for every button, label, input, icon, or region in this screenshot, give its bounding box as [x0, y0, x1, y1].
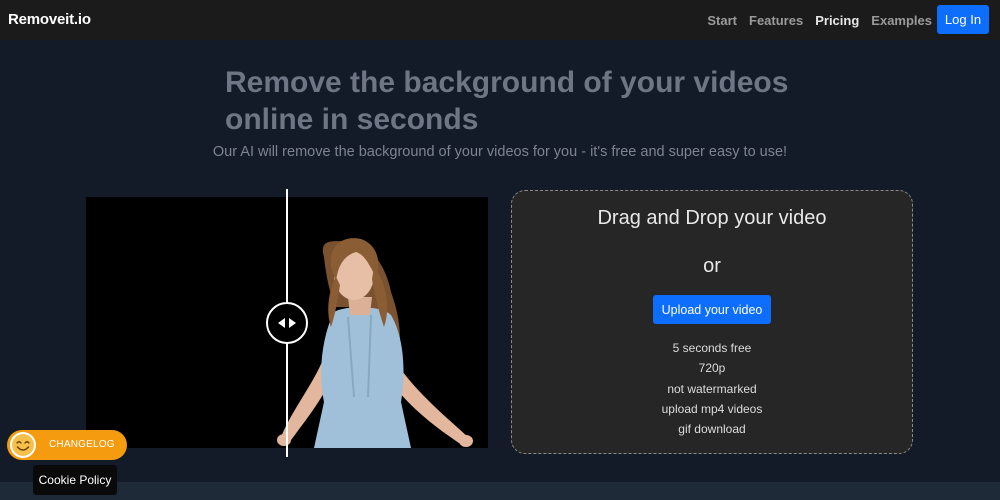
- smiley-face-icon: [10, 432, 36, 458]
- feature-item: gif download: [678, 422, 746, 437]
- hero-title: Remove the background of your videos onl…: [225, 66, 789, 136]
- cookie-policy-button[interactable]: Cookie Policy: [33, 465, 117, 495]
- hero-subtitle: Our AI will remove the background of you…: [212, 144, 788, 160]
- nav-links: Start Features Pricing Examples: [707, 13, 932, 28]
- navbar: Removeit.io Start Features Pricing Examp…: [0, 0, 1000, 40]
- next-section-edge: [0, 482, 1000, 500]
- nav-link-start[interactable]: Start: [707, 13, 737, 28]
- changelog-button[interactable]: CHANGELOG: [7, 430, 127, 460]
- nav-link-examples[interactable]: Examples: [871, 13, 932, 28]
- feature-item: upload mp4 videos: [661, 401, 763, 416]
- left-right-arrows-icon: [278, 318, 296, 328]
- video-dropzone[interactable]: Drag and Drop your video or Upload your …: [511, 190, 913, 454]
- feature-item: not watermarked: [667, 381, 757, 396]
- comparison-slider-handle[interactable]: [266, 302, 308, 344]
- upload-video-button[interactable]: Upload your video: [653, 295, 771, 324]
- login-button[interactable]: Log In: [937, 5, 989, 34]
- feature-item: 720p: [698, 361, 726, 376]
- changelog-label: CHANGELOG: [49, 439, 115, 450]
- feature-item: 5 seconds free: [672, 341, 752, 355]
- nav-link-pricing[interactable]: Pricing: [815, 13, 859, 28]
- brand-logo[interactable]: Removeit.io: [8, 11, 91, 28]
- dropzone-title: Drag and Drop your video: [597, 207, 827, 229]
- nav-link-features[interactable]: Features: [749, 13, 803, 28]
- feature-list: 5 seconds free 720p not watermarked uplo…: [512, 338, 912, 439]
- dropzone-or-text: or: [703, 255, 721, 277]
